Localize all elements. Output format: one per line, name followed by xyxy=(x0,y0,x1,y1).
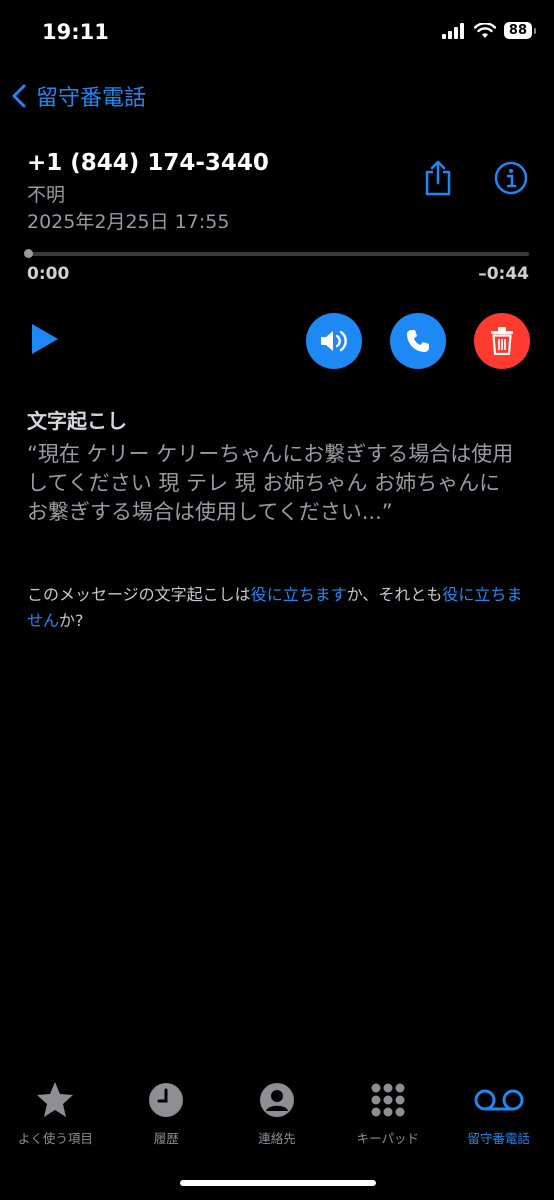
keypad-icon xyxy=(371,1083,405,1117)
tab-voicemail[interactable]: 留守番電話 xyxy=(443,1080,554,1160)
tab-contacts-label: 連絡先 xyxy=(258,1131,296,1146)
transcription-title: 文字起こし xyxy=(27,409,127,433)
voicemail-icon xyxy=(474,1089,524,1111)
tab-keypad-label: キーパッド xyxy=(356,1131,419,1146)
battery-indicator: 88 xyxy=(503,22,537,39)
tab-recents-label: 履歴 xyxy=(153,1131,179,1146)
clock-icon xyxy=(149,1083,184,1117)
delete-button[interactable] xyxy=(474,313,530,369)
voicemail-date: 2025年2月25日 17:55 xyxy=(27,211,230,233)
phone-number: +1 (844) 174-3440 xyxy=(27,150,269,176)
info-icon xyxy=(494,161,528,195)
star-icon xyxy=(37,1082,74,1117)
tab-favorites[interactable]: よく使う項目 xyxy=(0,1080,111,1160)
feedback-useful-link[interactable]: 役に立ちます xyxy=(251,585,347,604)
feedback-middle: か、それとも xyxy=(346,585,443,604)
tab-favorites-label: よく使う項目 xyxy=(17,1131,93,1146)
remaining-time: –0:44 xyxy=(478,264,529,284)
scrubber-knob[interactable] xyxy=(24,249,33,258)
home-indicator[interactable] xyxy=(180,1180,376,1186)
share-icon xyxy=(425,160,451,196)
phone-icon xyxy=(407,330,429,352)
tab-recents[interactable]: 履歴 xyxy=(111,1080,222,1160)
feedback-suffix: か? xyxy=(59,611,84,630)
back-label: 留守番電話 xyxy=(36,86,147,111)
chevron-left-icon xyxy=(12,84,26,108)
caller-label: 不明 xyxy=(27,184,66,206)
tab-contacts[interactable]: 連絡先 xyxy=(222,1080,333,1160)
speaker-button[interactable] xyxy=(306,313,362,369)
tab-voicemail-label: 留守番電話 xyxy=(467,1131,530,1146)
back-button[interactable]: 留守番電話 xyxy=(12,80,146,112)
trash-icon xyxy=(491,327,513,355)
signal-icon xyxy=(441,22,464,39)
tab-bar: よく使う項目 履歴 連絡先 キーパッド 留守番電話 xyxy=(0,1080,554,1160)
playback-scrubber[interactable] xyxy=(27,252,529,256)
tab-keypad[interactable]: キーパッド xyxy=(332,1080,443,1160)
info-button[interactable] xyxy=(494,161,528,199)
share-button[interactable] xyxy=(422,160,454,200)
feedback-prefix: このメッセージの文字起こしは xyxy=(27,585,251,604)
call-back-button[interactable] xyxy=(390,313,446,369)
status-icons: 88 xyxy=(441,22,537,39)
status-time: 19:11 xyxy=(42,20,109,44)
transcription-text: “現在 ケリー ケリーちゃんにお繋ぎする場合は使用してください 現 テレ 現 お… xyxy=(27,442,514,524)
speaker-icon xyxy=(321,330,347,352)
wifi-icon xyxy=(473,22,496,38)
play-button[interactable] xyxy=(30,322,60,360)
play-icon xyxy=(32,324,58,354)
elapsed-time: 0:00 xyxy=(27,264,70,284)
transcription-feedback: このメッセージの文字起こしは役に立ちますか、それとも役に立ちませんか? xyxy=(27,582,532,634)
person-icon xyxy=(259,1083,294,1117)
